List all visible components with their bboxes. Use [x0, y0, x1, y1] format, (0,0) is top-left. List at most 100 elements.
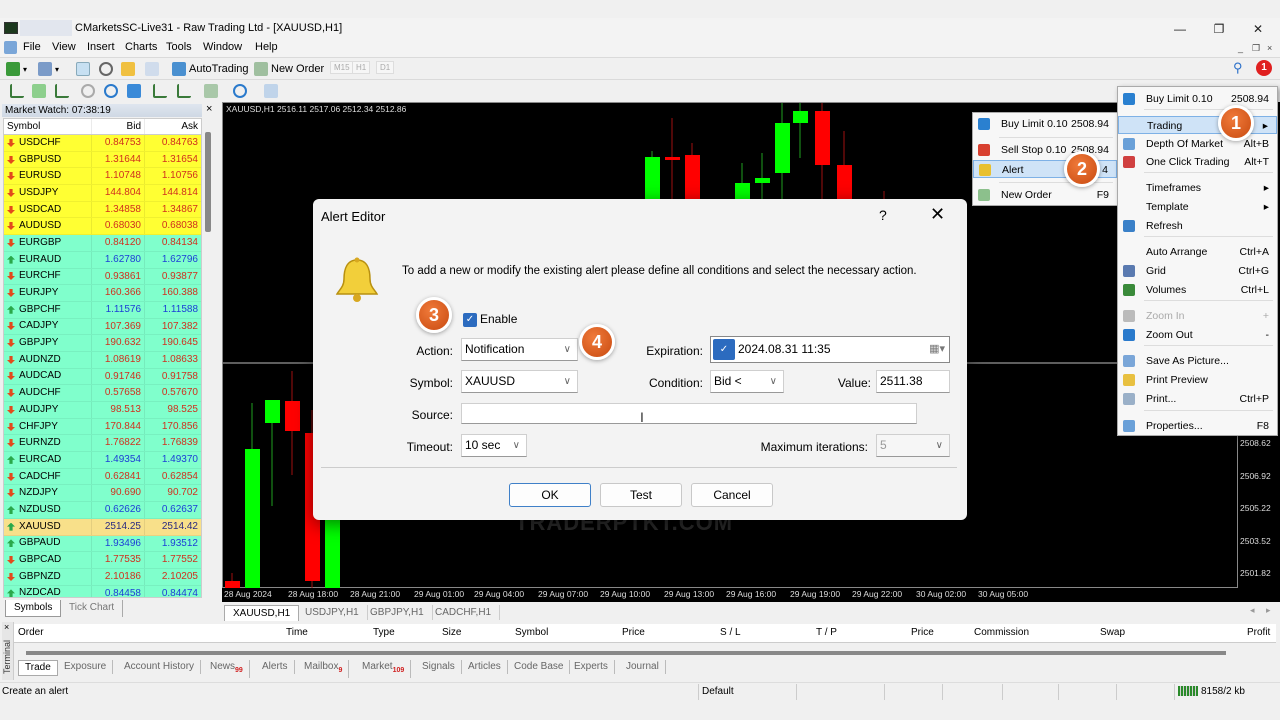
close-button[interactable]: ✕	[1244, 20, 1272, 38]
market-watch-row[interactable]: NZDCAD 0.84458 0.84474	[4, 585, 201, 597]
menu-window[interactable]: Window	[203, 41, 242, 53]
context-menu-zoom-out[interactable]: Zoom Out -	[1118, 326, 1277, 344]
column-bid[interactable]: Bid	[91, 119, 144, 134]
new-chart-button[interactable]: ▾	[6, 60, 27, 78]
max-iterations-select[interactable]: 5 ∨	[876, 434, 950, 457]
templates-icon[interactable]	[264, 84, 278, 98]
cancel-button[interactable]: Cancel	[691, 483, 773, 507]
market-watch-row[interactable]: EURAUD 1.62780 1.62796	[4, 251, 201, 269]
profiles-button[interactable]: ▾	[38, 60, 59, 78]
autotrading-button[interactable]: AutoTrading	[172, 60, 249, 78]
menu-charts[interactable]: Charts	[125, 41, 157, 53]
favorites-button[interactable]	[121, 60, 135, 78]
value-input[interactable]: 2511.38	[876, 370, 950, 393]
terminal-close-button[interactable]: ×	[4, 622, 9, 632]
market-watch-row[interactable]: EURGBP 0.84120 0.84134	[4, 235, 201, 252]
market-watch-row[interactable]: EURUSD 1.10748 1.10756	[4, 168, 201, 186]
terminal-tab-journal[interactable]: Journal	[620, 660, 666, 674]
market-watch-row[interactable]: CADJPY 107.369 107.382	[4, 318, 201, 336]
symbol-select[interactable]: XAUUSD ∨	[461, 370, 578, 393]
column-swap[interactable]: Swap	[1100, 627, 1125, 638]
terminal-tab-news[interactable]: News99	[204, 660, 250, 678]
context-menu-volumes[interactable]: Volumes Ctrl+L	[1118, 281, 1277, 299]
menu-help[interactable]: Help	[255, 41, 278, 53]
market-watch-row[interactable]: CADCHF 0.62841 0.62854	[4, 468, 201, 486]
market-watch-row[interactable]: AUDJPY 98.513 98.525	[4, 402, 201, 419]
action-select[interactable]: Notification ∨	[461, 338, 578, 361]
enable-checkbox[interactable]: ✓	[463, 313, 477, 327]
scroll-left-icon[interactable]: ◂	[1250, 605, 1255, 616]
menu-view[interactable]: View	[52, 41, 76, 53]
context-menu-refresh[interactable]: Refresh	[1118, 217, 1277, 235]
market-watch-row[interactable]: GBPCHF 1.11576 1.11588	[4, 301, 201, 319]
column-sl[interactable]: S / L	[720, 627, 741, 638]
candlestick-icon[interactable]	[32, 84, 46, 98]
terminal-tab-code-base[interactable]: Code Base	[508, 660, 571, 674]
scroll-right-icon[interactable]: ▸	[1266, 605, 1271, 616]
submenu-buy-limit[interactable]: Buy Limit 0.10 2508.94	[973, 115, 1117, 133]
expiration-datetime[interactable]: ✓ 2024.08.31 11:35 ▦▾	[710, 336, 950, 363]
market-watch-row[interactable]: EURCHF 0.93861 0.93877	[4, 268, 201, 286]
market-watch-row[interactable]: GBPNZD 2.10186 2.10205	[4, 568, 201, 586]
market-watch-row[interactable]: USDCHF 0.84753 0.84763	[4, 135, 201, 152]
column-price[interactable]: Price	[622, 627, 645, 638]
terminal-tab-market[interactable]: Market109	[356, 660, 412, 678]
dialog-close-button[interactable]: ✕	[930, 204, 945, 225]
context-menu-print-preview[interactable]: Print Preview	[1118, 371, 1277, 389]
terminal-tab-trade[interactable]: Trade	[18, 660, 58, 676]
market-watch-row[interactable]: AUDUSD 0.68030 0.68038	[4, 218, 201, 236]
chart-shift-icon[interactable]	[153, 84, 167, 98]
new-order-button[interactable]: New Order	[254, 60, 324, 78]
help-button[interactable]: ?	[879, 207, 887, 223]
column-symbol[interactable]: Symbol	[515, 627, 548, 638]
market-watch-row[interactable]: EURJPY 160.366 160.388	[4, 285, 201, 302]
menu-insert[interactable]: Insert	[87, 41, 115, 53]
calendar-icon[interactable]: ▦▾	[929, 339, 945, 360]
menu-file[interactable]: File	[23, 41, 41, 53]
market-watch-row[interactable]: AUDCAD 0.91746 0.91758	[4, 368, 201, 386]
timeout-select[interactable]: 10 sec ∨	[461, 434, 527, 457]
market-watch-row[interactable]: GBPCAD 1.77535 1.77552	[4, 552, 201, 569]
market-watch-row[interactable]: NZDJPY 90.690 90.702	[4, 485, 201, 503]
context-menu-zoom-in[interactable]: Zoom In +	[1118, 307, 1277, 325]
mdi-minimize-button[interactable]: _	[1238, 43, 1243, 53]
indicators-icon[interactable]	[204, 84, 218, 98]
chart-tab-gbpjpy[interactable]: GBPJPY,H1	[362, 605, 433, 620]
market-watch-row[interactable]: USDCAD 1.34858 1.34867	[4, 201, 201, 219]
ok-button[interactable]: OK	[509, 483, 591, 507]
market-watch-row[interactable]: EURNZD 1.76822 1.76839	[4, 435, 201, 453]
market-watch-scrollbar[interactable]	[205, 132, 211, 232]
terminal-tab-alerts[interactable]: Alerts	[256, 660, 295, 674]
column-close-price[interactable]: Price	[911, 627, 934, 638]
chart-tab-usdjpy[interactable]: USDJPY,H1	[297, 605, 368, 620]
column-time[interactable]: Time	[286, 627, 308, 638]
column-tp[interactable]: T / P	[816, 627, 837, 638]
column-commission[interactable]: Commission	[974, 627, 1029, 638]
test-button[interactable]: Test	[600, 483, 682, 507]
terminal-tab-experts[interactable]: Experts	[568, 660, 615, 674]
periods-icon[interactable]	[233, 84, 247, 98]
timeframe-d1[interactable]: D1	[376, 61, 395, 74]
context-menu-grid[interactable]: Grid Ctrl+G	[1118, 262, 1277, 280]
terminal-tab-articles[interactable]: Articles	[462, 660, 508, 674]
market-watch-row[interactable]: GBPJPY 190.632 190.645	[4, 335, 201, 352]
minimize-button[interactable]: —	[1166, 20, 1194, 38]
source-input[interactable]	[461, 403, 917, 424]
column-profit[interactable]: Profit	[1247, 627, 1270, 638]
tile-windows-icon[interactable]	[127, 84, 141, 98]
column-symbol[interactable]: Symbol	[4, 119, 91, 134]
autoscroll-icon[interactable]	[177, 84, 191, 98]
context-menu-print[interactable]: Print... Ctrl+P	[1118, 390, 1277, 408]
terminal-tab-account-history[interactable]: Account History	[118, 660, 202, 674]
line-chart-icon[interactable]	[55, 84, 69, 98]
market-watch-row[interactable]: EURCAD 1.49354 1.49370	[4, 452, 201, 469]
market-watch-row[interactable]: GBPAUD 1.93496 1.93512	[4, 535, 201, 553]
context-menu-one-click-trading[interactable]: One Click Trading Alt+T	[1118, 153, 1277, 171]
timeframe-m15[interactable]: M15	[330, 61, 354, 74]
context-menu-depth-of-market[interactable]: Depth Of Market Alt+B	[1118, 135, 1277, 153]
strategy-tester-button[interactable]	[145, 60, 159, 78]
tab-symbols[interactable]: Symbols	[5, 600, 62, 617]
menu-tools[interactable]: Tools	[166, 41, 192, 53]
terminal-tab-mailbox[interactable]: Mailbox9	[298, 660, 350, 678]
maximize-button[interactable]: ❐	[1205, 20, 1233, 38]
